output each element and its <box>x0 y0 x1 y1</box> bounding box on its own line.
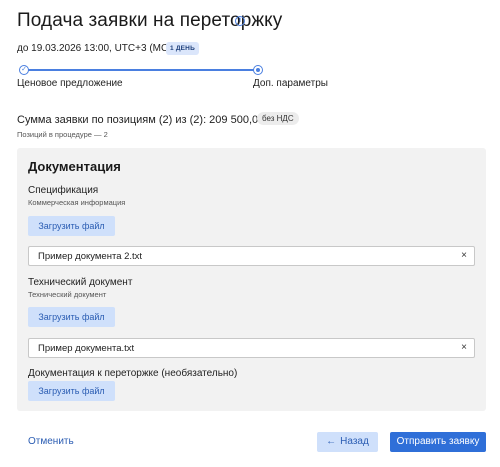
file-name: Пример документа.txt <box>38 343 135 354</box>
file-name: Пример документа 2.txt <box>38 251 143 262</box>
step-label-price[interactable]: Ценовое предложение <box>17 78 123 89</box>
section-label-specification: Спецификация <box>28 185 99 196</box>
file-field-specification: Пример документа 2.txt × <box>28 246 475 266</box>
arrow-left-icon: ← <box>326 436 337 447</box>
section-label-technical: Технический документ <box>28 277 133 288</box>
documentation-card: Документация Спецификация Коммерческая и… <box>17 148 486 411</box>
back-button-label: Назад <box>340 436 369 447</box>
application-sum: Сумма заявки по позициям (2) из (2): 209… <box>17 114 275 126</box>
cancel-link[interactable]: Отменить <box>28 436 74 447</box>
documentation-title: Документация <box>28 159 121 174</box>
deadline-badge: 1 ДЕНЬ <box>166 42 199 55</box>
back-button[interactable]: ← Назад <box>317 432 378 452</box>
stepper-progress-line <box>24 69 258 71</box>
check-icon: ✓ <box>19 65 29 75</box>
deadline-text: до 19.03.2026 13:00, UTC+3 (МСК) <box>17 43 178 54</box>
section-sublabel-specification: Коммерческая информация <box>28 198 126 207</box>
close-icon[interactable]: × <box>461 250 467 261</box>
info-icon[interactable]: i <box>235 16 245 26</box>
vat-badge: без НДС <box>257 112 299 125</box>
upload-file-button-rebid-docs[interactable]: Загрузить файл <box>28 381 115 401</box>
submit-application-button[interactable]: Отправить заявку <box>390 432 486 452</box>
file-field-technical: Пример документа.txt × <box>28 338 475 358</box>
step-label-params: Доп. параметры <box>253 78 328 89</box>
step-current-indicator <box>253 65 263 75</box>
positions-count: Позиций в процедуре — 2 <box>17 130 108 139</box>
upload-file-button-technical[interactable]: Загрузить файл <box>28 307 115 327</box>
section-sublabel-technical: Технический документ <box>28 290 107 299</box>
close-icon[interactable]: × <box>461 342 467 353</box>
section-label-rebid-docs: Документация к переторжке (необязательно… <box>28 368 238 379</box>
upload-file-button-specification[interactable]: Загрузить файл <box>28 216 115 236</box>
